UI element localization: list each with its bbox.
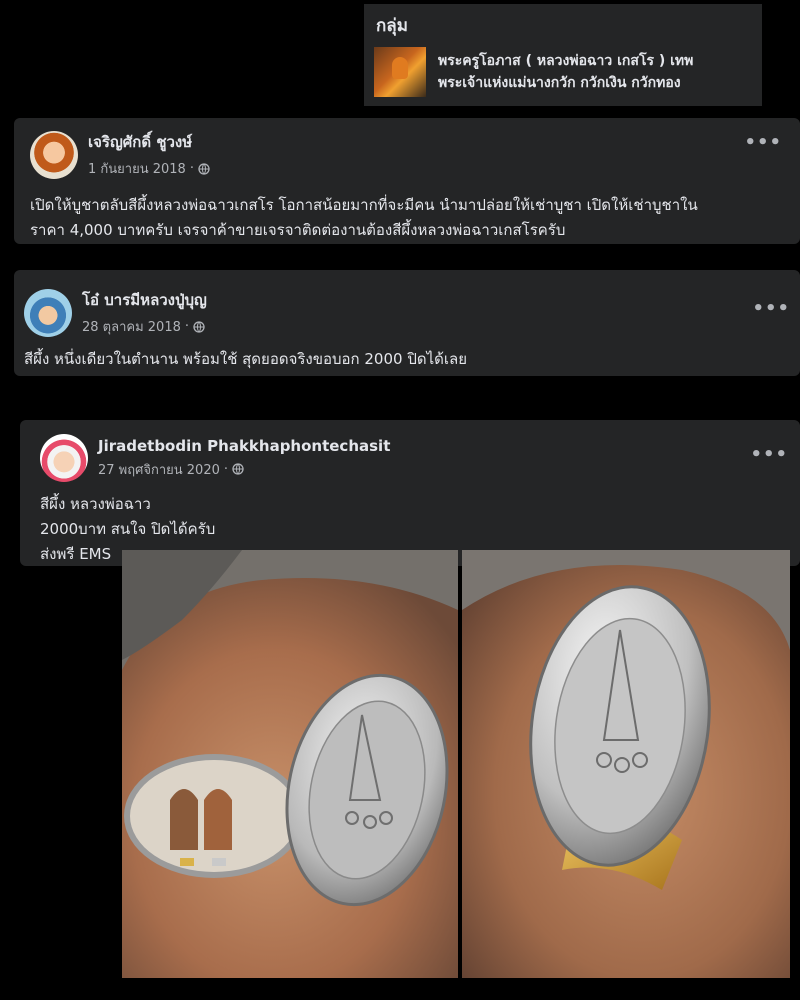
group-card[interactable]: กลุ่ม พระครูโอภาส ( หลวงพ่อฉาว เกสโร ) เ… <box>364 4 762 106</box>
post-2: โอ๋ บารมีหลวงปู่บุญ 28 ตุลาคม 2018 · •••… <box>14 270 800 376</box>
group-name-line1[interactable]: พระครูโอภาส ( หลวงพ่อฉาว เกสโร ) เทพ <box>438 50 693 72</box>
meta-separator: · <box>189 161 194 176</box>
post-1: เจริญศักดิ์ ชูวงษ์ 1 กันยายน 2018 · ••• … <box>14 118 800 244</box>
post-3: Jiradetbodin Phakkhaphontechasit 27 พฤศจ… <box>20 420 800 566</box>
more-options-icon[interactable]: ••• <box>752 298 790 319</box>
post-date[interactable]: 1 กันยายน 2018 <box>88 158 186 179</box>
post-meta: 28 ตุลาคม 2018 · <box>82 316 207 337</box>
post-date[interactable]: 27 พฤศจิกายน 2020 <box>98 459 220 480</box>
globe-icon <box>198 162 210 175</box>
meta-separator: · <box>184 319 190 334</box>
post-text-line: ราคา 4,000 บาทครับ เจรจาค้าขายเจรจาติดต่… <box>30 221 566 239</box>
post-text: เปิดให้บูชาตลับสีผึ้งหลวงพ่อฉาวเกสโร โอก… <box>30 193 784 243</box>
post-text-line: เปิดให้บูชาตลับสีผึ้งหลวงพ่อฉาวเกสโร โอก… <box>30 196 698 214</box>
post-header: โอ๋ บารมีหลวงปู่บุญ 28 ตุลาคม 2018 · ••• <box>24 288 790 337</box>
post-meta: 1 กันยายน 2018 · <box>88 158 210 179</box>
post-text-line: สีผึ้ง หลวงพ่อฉาว <box>40 495 151 513</box>
post-text-line: 2000บาท สนใจ ปิดได้ครับ <box>40 520 216 538</box>
author-name[interactable]: เจริญศักดิ์ ชูวงษ์ <box>88 130 210 154</box>
author-name[interactable]: โอ๋ บารมีหลวงปู่บุญ <box>82 288 207 312</box>
locket-face-image <box>462 550 790 978</box>
avatar[interactable] <box>30 130 78 179</box>
globe-icon <box>193 320 205 333</box>
post-photo-locket-face[interactable] <box>462 550 790 978</box>
group-name-line2[interactable]: พระเจ้าแห่งแม่นางกวัก กวักเงิน กวักทอง <box>438 72 693 94</box>
meta-separator: · <box>223 461 229 477</box>
more-options-icon[interactable]: ••• <box>750 444 788 465</box>
post-header: Jiradetbodin Phakkhaphontechasit 27 พฤศจ… <box>40 434 787 482</box>
more-options-icon[interactable]: ••• <box>744 132 782 153</box>
globe-icon <box>232 463 244 475</box>
post-header: เจริญศักดิ์ ชูวงษ์ 1 กันยายน 2018 · ••• <box>30 130 784 179</box>
open-locket-image <box>122 550 458 978</box>
group-thumbnail[interactable] <box>374 47 426 97</box>
group-heading: กลุ่ม <box>376 16 408 36</box>
group-link[interactable]: พระครูโอภาส ( หลวงพ่อฉาว เกสโร ) เทพ พระ… <box>374 47 752 97</box>
post-photo-open-locket[interactable] <box>122 550 458 978</box>
post-meta: 27 พฤศจิกายน 2020 · <box>98 459 390 480</box>
post-text: สีผึ้ง หนึ่งเดียวในตำนาน พร้อมใช้ สุดยอด… <box>24 347 790 372</box>
avatar[interactable] <box>24 288 72 337</box>
post-date[interactable]: 28 ตุลาคม 2018 <box>82 316 181 337</box>
post-text-line: สีผึ้ง หนึ่งเดียวในตำนาน พร้อมใช้ สุดยอด… <box>24 350 467 368</box>
author-name[interactable]: Jiradetbodin Phakkhaphontechasit <box>98 437 390 455</box>
avatar[interactable] <box>40 434 88 482</box>
